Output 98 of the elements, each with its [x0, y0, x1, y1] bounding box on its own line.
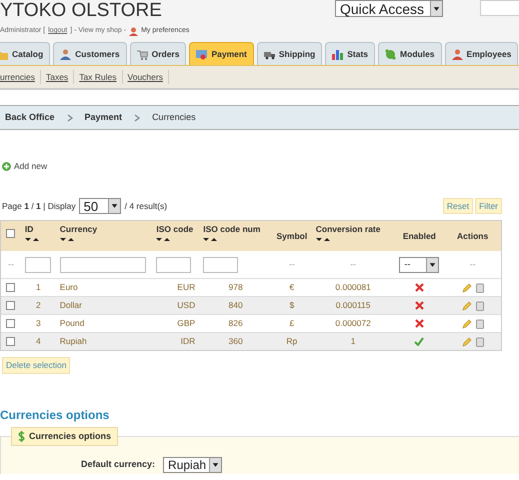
filter-field[interactable]	[24, 256, 51, 272]
nav-tab[interactable]: Modules	[378, 42, 442, 65]
dollar-icon	[18, 431, 25, 442]
table-cell: Pound	[60, 317, 84, 330]
table-cell: USD	[177, 299, 196, 312]
person-icon	[129, 26, 138, 36]
nav-tab[interactable]: Employees	[444, 42, 518, 65]
nav-tab[interactable]: Stats	[325, 42, 376, 65]
table-cell: 0.000081	[335, 281, 371, 294]
nav-tab[interactable]: Payment	[189, 42, 254, 65]
nav-tab[interactable]: Customers	[53, 42, 127, 65]
default-currency-select[interactable]: Rupiah	[163, 457, 222, 474]
enabled-filter-select[interactable]: --	[399, 256, 440, 272]
table-cell: Dollar	[60, 299, 82, 312]
legend-text: Currencies options	[29, 430, 112, 443]
table-cell: Rupiah	[60, 335, 87, 348]
subtab-link[interactable]: Vouchers	[128, 70, 163, 84]
shop-name: YTOKO OLSTORE	[0, 0, 162, 22]
checkbox[interactable]	[6, 283, 16, 292]
table-cell: Euro	[60, 281, 78, 294]
cross-icon[interactable]	[414, 301, 424, 310]
bar-chart-icon	[332, 48, 344, 60]
cross-icon[interactable]	[414, 319, 424, 328]
table-cell: IDR	[180, 335, 196, 348]
column-header[interactable]: ID	[24, 224, 34, 235]
column-header[interactable]: ISO code	[156, 224, 194, 235]
filter-field[interactable]	[203, 256, 238, 272]
table-row[interactable]: 2 Dollar USD 840 $ 0.000115	[1, 296, 501, 314]
table-cell: 360	[228, 335, 243, 348]
table-cell: 2	[36, 299, 41, 312]
filter-field[interactable]	[60, 256, 146, 272]
pencil-icon[interactable]	[462, 336, 472, 346]
check-icon[interactable]	[414, 337, 424, 346]
checkbox[interactable]	[6, 229, 16, 238]
sort-arrows-icon[interactable]	[156, 237, 170, 242]
pagination-text: Page 1 / 1 | Display	[1, 200, 76, 212]
column-header[interactable]: ISO code num	[203, 224, 260, 235]
nav-tab[interactable]: Catalog	[0, 42, 50, 65]
sort-arrows-icon[interactable]	[24, 237, 39, 242]
dash-text: --	[470, 258, 476, 271]
dash-text: --	[289, 258, 295, 271]
cart-icon	[136, 48, 148, 60]
quick-access-select[interactable]: Quick Access	[335, 0, 443, 17]
table-cell: Rp	[286, 335, 298, 348]
table-cell: GBP	[177, 317, 196, 330]
chevron-icon	[66, 114, 73, 122]
person-icon	[60, 48, 72, 60]
pencil-icon[interactable]	[462, 282, 472, 292]
sort-arrows-icon[interactable]	[316, 237, 330, 242]
nav-tab[interactable]: Shipping	[256, 42, 322, 65]
checkbox[interactable]	[6, 337, 16, 346]
breadcrumb-link[interactable]: Back Office	[5, 110, 55, 124]
column-header[interactable]: Conversion rate	[316, 224, 380, 235]
table-cell: 826	[228, 317, 243, 330]
table-cell: 0.000072	[335, 317, 371, 330]
table-cell: $	[289, 299, 294, 312]
per-page-select[interactable]: 50	[78, 198, 121, 214]
column-header[interactable]: Actions	[457, 231, 488, 242]
nav-tab[interactable]: Orders	[130, 42, 186, 65]
subtab-link[interactable]: urrencies	[0, 70, 35, 84]
pencil-icon[interactable]	[462, 300, 472, 310]
cross-icon[interactable]	[414, 283, 424, 292]
table-cell: EUR	[177, 281, 196, 294]
table-cell: €	[289, 281, 294, 294]
table-row[interactable]: 1 Euro EUR 978 € 0.000081	[1, 278, 501, 296]
column-header[interactable]: Enabled	[402, 231, 436, 242]
table-cell: 4	[36, 335, 41, 348]
table-cell: 1	[350, 335, 356, 348]
pencil-icon[interactable]	[462, 318, 472, 328]
table-cell: 3	[36, 317, 41, 330]
dash-text: --	[350, 258, 356, 271]
table-cell: 978	[228, 281, 243, 294]
table-cell: 1	[36, 281, 41, 294]
breadcrumb-current: Currencies	[152, 110, 196, 124]
sort-arrows-icon[interactable]	[60, 237, 74, 242]
field-label: Default currency:	[81, 458, 156, 472]
table-cell: £	[289, 317, 294, 330]
dash-text: --	[8, 258, 14, 271]
breadcrumb-link[interactable]: Payment	[84, 110, 122, 124]
column-header[interactable]: Currency	[60, 224, 98, 235]
subtab-link[interactable]: Taxes	[46, 70, 68, 84]
search-field[interactable]	[480, 0, 519, 16]
table-row[interactable]: 4 Rupiah IDR 360 Rp 1	[1, 332, 501, 350]
results-count: / 4 result(s)	[124, 200, 168, 212]
table-cell: 0.000115	[336, 299, 371, 312]
person-icon	[452, 48, 463, 60]
add-new-link[interactable]: Add new	[14, 160, 48, 172]
chevron-icon	[134, 114, 140, 122]
table-cell: 840	[228, 299, 243, 312]
column-header[interactable]: Symbol	[276, 231, 308, 242]
checkbox[interactable]	[6, 319, 16, 328]
section-heading: Currencies options	[0, 407, 110, 424]
plus-icon	[2, 162, 11, 170]
checkbox[interactable]	[6, 301, 16, 310]
table-row[interactable]: 3 Pound GBP 826 £ 0.000072	[1, 314, 501, 332]
filter-field[interactable]	[156, 256, 192, 272]
sort-arrows-icon[interactable]	[203, 237, 218, 242]
subtab-link[interactable]: Tax Rules	[79, 70, 117, 84]
